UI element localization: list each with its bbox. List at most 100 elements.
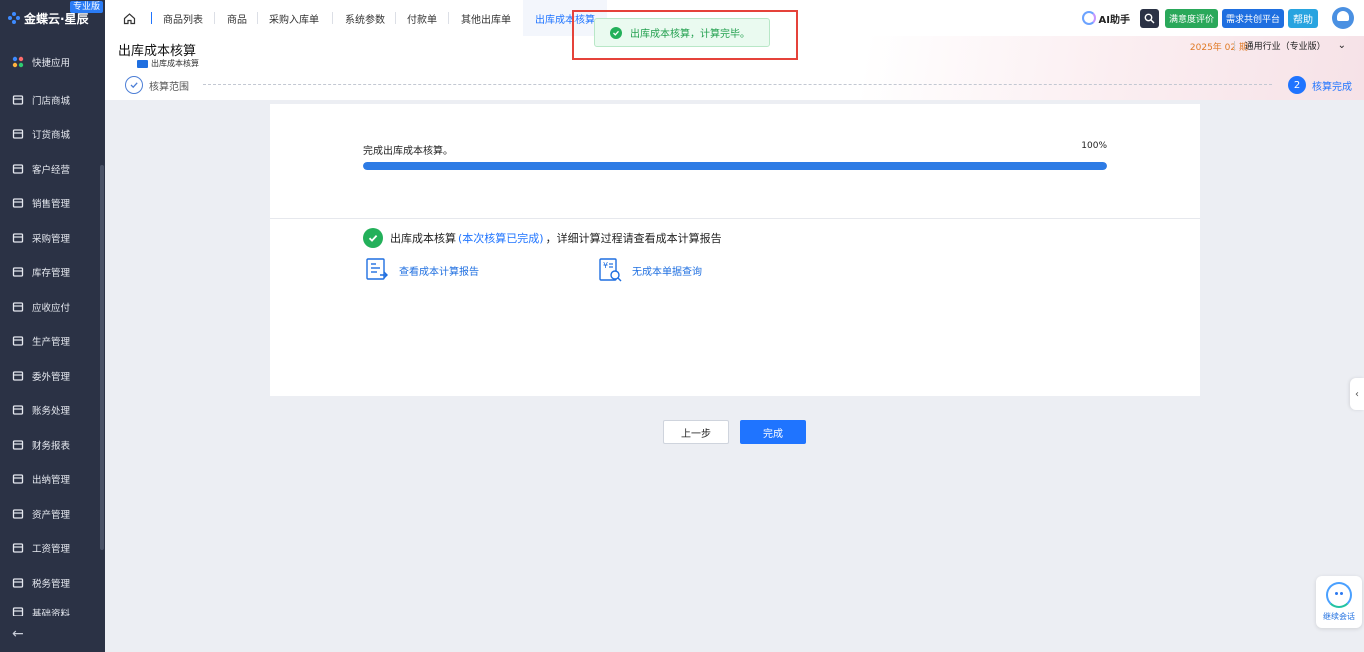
tab-product[interactable]: 商品 [227,0,247,36]
sidebar-item-label: 资产管理 [32,510,71,521]
sidebar-item-0[interactable]: 快捷应用 [0,51,100,73]
video-icon [137,59,148,68]
sidebar-item-3[interactable]: 客户经营 [0,158,100,180]
sidebar-item-13[interactable]: 资产管理 [0,503,100,525]
step-calc-scope: 核算范围 [125,76,189,94]
logo-icon [8,12,20,24]
sidebar-item-10[interactable]: 账务处理 [0,399,100,421]
edition-badge: 专业版 [69,1,103,13]
sidebar-item-label: 财务报表 [32,441,71,452]
tax-icon [12,577,24,589]
ledger-icon [12,404,24,416]
chart-icon [12,197,24,209]
tab-payment[interactable]: 付款单 [407,0,437,36]
video-tutorial-link[interactable]: 出库成本核算 [137,58,199,69]
arrow-left-icon[interactable]: ← [12,626,24,642]
sidebar-item-label: 工资管理 [32,544,71,555]
progress-fill [363,162,1107,170]
sidebar-item-label: 销售管理 [32,199,71,210]
report-icon [12,439,24,451]
cost-report-icon [366,258,388,280]
ai-swirl-icon [1081,11,1096,25]
sidebar-item-label: 生产管理 [32,337,71,348]
svg-text:¥: ¥ [603,261,608,270]
sidebar-item-6[interactable]: 库存管理 [0,261,100,283]
sidebar-item-label: 账务处理 [32,406,71,417]
chat-widget[interactable]: 继续会话 [1316,576,1362,628]
step-indicator: 核算范围 2 核算完成 [125,76,1352,94]
sidebar-item-16[interactable]: 基础资料 [0,606,100,616]
sidebar-item-9[interactable]: 委外管理 [0,365,100,387]
sidebar-item-label: 税务管理 [32,579,71,590]
tab-system-params[interactable]: 系统参数 [345,0,385,36]
user-icon [12,163,24,175]
home-icon[interactable] [123,0,136,36]
box-icon [12,266,24,278]
sidebar: 金蝶云·星辰 专业版 快捷应用门店商城订货商城客户经营销售管理采购管理库存管理应… [0,0,105,652]
cashier-icon [12,473,24,485]
sidebar-item-label: 出纳管理 [32,475,71,486]
coin-icon [12,301,24,313]
chat-bot-icon [1326,582,1352,608]
page-title: 出库成本核算 [118,44,197,59]
sidebar-item-5[interactable]: 采购管理 [0,227,100,249]
cart-icon [12,232,24,244]
previous-step-button[interactable]: 上一步 [663,420,729,444]
result-highlight: (本次核算已完成) [458,232,544,245]
progress-bar [363,162,1107,170]
search-icon [1144,13,1155,23]
chevron-left-icon: ‹ [1355,388,1359,400]
success-check-icon [363,228,383,248]
factory-icon [12,335,24,347]
progress-label: 完成出库成本核算。 [363,146,453,157]
no-cost-doc-query-link[interactable]: ¥ 无成本单据查询 [596,256,702,284]
sidebar-item-4[interactable]: 销售管理 [0,192,100,214]
step-connector [203,84,1272,85]
bag-icon [12,128,24,140]
sidebar-item-11[interactable]: 财务报表 [0,434,100,456]
asset-icon [12,508,24,520]
grid-apps-icon [12,56,24,68]
search-button[interactable] [1139,8,1159,28]
sidebar-item-label: 采购管理 [32,234,71,245]
sidebar-item-8[interactable]: 生产管理 [0,330,100,352]
sidebar-item-15[interactable]: 税务管理 [0,572,100,594]
tab-product-list[interactable]: 商品列表 [163,0,203,36]
avatar[interactable] [1332,7,1354,29]
sidebar-item-label: 库存管理 [32,268,71,279]
brand-logo[interactable]: 金蝶云·星辰 专业版 [0,0,105,36]
satisfaction-button[interactable]: 满意度评价 [1164,8,1218,28]
sidebar-scrollbar[interactable] [100,165,104,550]
sidebar-item-label: 委外管理 [32,372,71,383]
progress-percent: 100% [1081,141,1107,151]
base-data-icon [12,606,24,616]
sidebar-item-14[interactable]: 工资管理 [0,537,100,559]
tab-other-outbound[interactable]: 其他出库单 [461,0,511,36]
sidebar-item-label: 门店商城 [32,96,71,107]
result-card: 完成出库成本核算。 100% 出库成本核算 (本次核算已完成) ，详细计算过程请… [270,104,1200,396]
step-number: 2 [1288,76,1306,94]
store-icon [12,94,24,106]
divider [270,218,1200,219]
sidebar-item-label: 基础资料 [32,609,71,616]
panel-collapse-handle[interactable]: ‹ [1350,378,1364,410]
view-cost-report-link[interactable]: 查看成本计算报告 [363,256,479,284]
salary-icon [12,542,24,554]
sidebar-item-label: 应收应付 [32,303,71,314]
step-calc-complete: 2 核算完成 [1288,76,1352,94]
finish-button[interactable]: 完成 [740,420,806,444]
sidebar-item-1[interactable]: 门店商城 [0,89,100,111]
sidebar-item-label: 订货商城 [32,130,71,141]
document-search-icon: ¥ [599,258,622,282]
result-message: 出库成本核算 (本次核算已完成) ，详细计算过程请查看成本计算报告 [363,228,722,248]
ai-assistant-button[interactable]: AI助手 [1081,11,1130,26]
sidebar-item-12[interactable]: 出纳管理 [0,468,100,490]
tab-purchase-inbound[interactable]: 采购入库单 [269,0,319,36]
sidebar-item-7[interactable]: 应收应付 [0,296,100,318]
outsource-icon [12,370,24,382]
help-button[interactable]: 帮助 [1288,8,1318,28]
demand-platform-button[interactable]: 需求共创平台 [1221,8,1284,28]
industry-selector[interactable]: 通用行业（专业版） ⌄ [1233,39,1346,52]
sidebar-item-2[interactable]: 订货商城 [0,123,100,145]
check-circle-icon [125,76,143,94]
